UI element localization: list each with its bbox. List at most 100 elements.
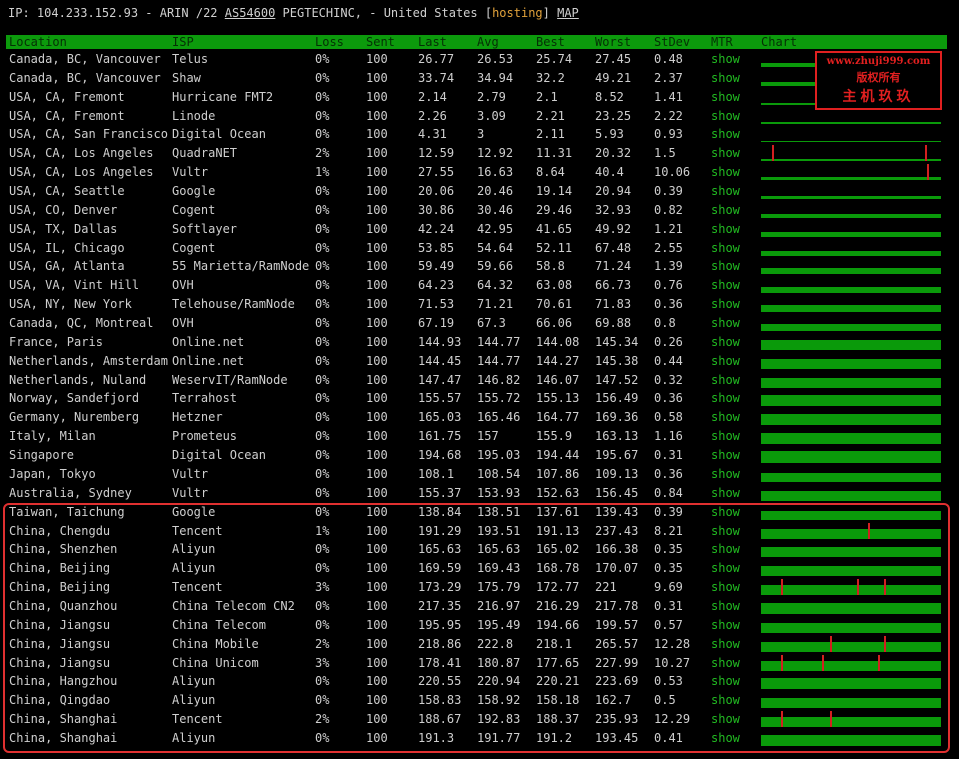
cell-loss: 0% [315,334,330,349]
table-row: USA, CA, Los Angeles Vultr 1% 100 27.55 16.63… [6,163,947,181]
cell-worst: 32.93 [595,202,632,217]
mtr-show-link[interactable]: show [711,127,740,141]
mtr-show-link[interactable]: show [711,486,740,500]
table-header: Location ISP Loss Sent Last Avg Best Worst StDev… [6,35,947,49]
cell-last: 2.26 [418,108,447,123]
mtr-show-link[interactable]: show [711,165,740,179]
cell-location: USA, VA, Vint Hill [9,278,140,293]
cell-location: USA, CO, Denver [9,202,118,217]
cell-location: Italy, Milan [9,429,96,444]
cell-best: 155.13 [536,391,580,406]
chart-base-bar [761,305,941,313]
cell-location: Canada, BC, Vancouver [9,52,161,66]
chart-base-bar [761,268,941,275]
cell-last: 26.77 [418,52,455,66]
chart-base-bar [761,213,941,218]
cell-sent: 100 [366,278,388,293]
mtr-show-link[interactable]: show [711,146,740,160]
cell-sent: 100 [366,70,388,85]
mtr-show-link[interactable]: show [711,467,740,481]
cell-loss: 0% [315,297,330,312]
mtr-show-link[interactable]: show [711,354,740,368]
cell-last: 144.45 [418,353,462,368]
cell-location: Australia, Sydney [9,485,132,500]
table-row: USA, CA, Los Angeles QuadraNET 2% 100 12.59 1… [6,144,947,162]
cell-loss: 0% [315,70,330,85]
ip-prefix: IP: 104.233.152.93 - ARIN /22 [8,6,225,20]
cell-avg: 30.46 [477,202,514,217]
cell-stdev: 1.41 [654,89,683,104]
mtr-show-link[interactable]: show [711,109,740,123]
cell-stdev: 1.5 [654,146,676,161]
mtr-show-link[interactable]: show [711,278,740,292]
mtr-show-link[interactable]: show [711,259,740,273]
cell-avg: 34.94 [477,70,514,85]
cell-best: 29.46 [536,202,573,217]
cell-avg: 3.09 [477,108,506,123]
cell-last: 42.24 [418,221,455,236]
cell-sent: 100 [366,429,388,444]
cell-loss: 0% [315,202,330,217]
cell-last: 27.55 [418,165,455,180]
mtr-show-link[interactable]: show [711,90,740,104]
cell-stdev: 0.44 [654,353,683,368]
mtr-show-link[interactable]: show [711,297,740,311]
latency-chart [761,484,941,501]
cell-sent: 100 [366,184,388,199]
cell-last: 165.03 [418,410,462,425]
cell-loss: 0% [315,240,330,255]
table-row: USA, CA, San Francisco Digital Ocean 0% 100… [6,125,947,143]
latency-chart [761,277,941,294]
cell-avg: 155.72 [477,391,521,406]
mtr-show-link[interactable]: show [711,410,740,424]
table-row: USA, NY, New York Telehouse/RamNode 0% 100 7… [6,295,947,313]
chart-base-bar [761,324,941,332]
mtr-show-link[interactable]: show [711,222,740,236]
cell-last: 194.68 [418,448,462,463]
cell-isp: Hetzner [172,410,223,425]
mtr-show-link[interactable]: show [711,335,740,349]
mtr-show-link[interactable]: show [711,391,740,405]
cell-isp: Vultr [172,466,209,481]
cell-avg: 16.63 [477,165,514,180]
table-row: USA, CO, Denver Cogent 0% 100 30.86 30.46 29.4… [6,201,947,219]
chart-loss-spike [926,164,929,181]
mtr-show-link[interactable]: show [711,52,740,66]
cell-isp: Terrahost [172,391,238,406]
cell-worst: 23.25 [595,108,632,123]
mtr-show-link[interactable]: show [711,241,740,255]
cell-avg: 108.54 [477,466,521,481]
cell-stdev: 0.8 [654,316,676,331]
cell-stdev: 0.36 [654,466,683,481]
cell-loss: 1% [315,165,330,180]
mtr-show-link[interactable]: show [711,373,740,387]
map-link[interactable]: MAP [557,6,579,20]
mtr-show-link[interactable]: show [711,184,740,198]
cell-best: 58.8 [536,259,565,274]
cell-avg: 67.3 [477,316,506,331]
mtr-show-link[interactable]: show [711,429,740,443]
mtr-show-link[interactable]: show [711,316,740,330]
cell-avg: 157 [477,429,499,444]
cell-best: 11.31 [536,146,573,161]
table-row: Japan, Tokyo Vultr 0% 100 108.1 108.54 107.86 1… [6,465,947,483]
chart-base-bar [761,287,941,294]
cell-last: 59.49 [418,259,455,274]
cell-stdev: 0.31 [654,448,683,463]
cell-avg: 42.95 [477,221,514,236]
table-row: USA, IL, Chicago Cogent 0% 100 53.85 54.64 52.… [6,239,947,257]
asn-link[interactable]: AS54600 [225,6,276,20]
mtr-show-link[interactable]: show [711,203,740,217]
latency-chart [761,239,941,256]
chart-base-bar [761,159,941,162]
latency-chart [761,447,941,464]
mtr-show-link[interactable]: show [711,448,740,462]
cell-sent: 100 [366,165,388,180]
mtr-show-link[interactable]: show [711,71,740,85]
cell-best: 2.21 [536,108,565,123]
table-row: USA, CA, Fremont Linode 0% 100 2.26 3.09 2.21 2… [6,107,947,125]
cell-best: 32.2 [536,70,565,85]
cell-best: 2.1 [536,89,558,104]
cell-stdev: 0.93 [654,127,683,142]
cell-best: 164.77 [536,410,580,425]
